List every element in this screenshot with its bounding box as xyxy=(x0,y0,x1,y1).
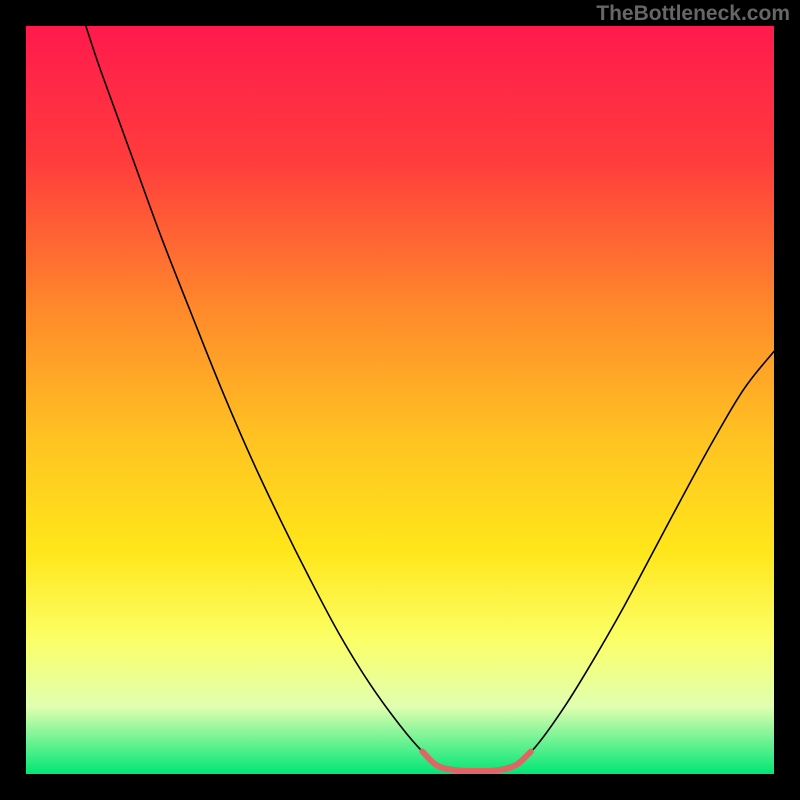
plot-area xyxy=(26,26,774,774)
bottleneck-chart xyxy=(0,0,800,800)
chart-container: TheBottleneck.com xyxy=(0,0,800,800)
watermark-label: TheBottleneck.com xyxy=(596,2,790,26)
